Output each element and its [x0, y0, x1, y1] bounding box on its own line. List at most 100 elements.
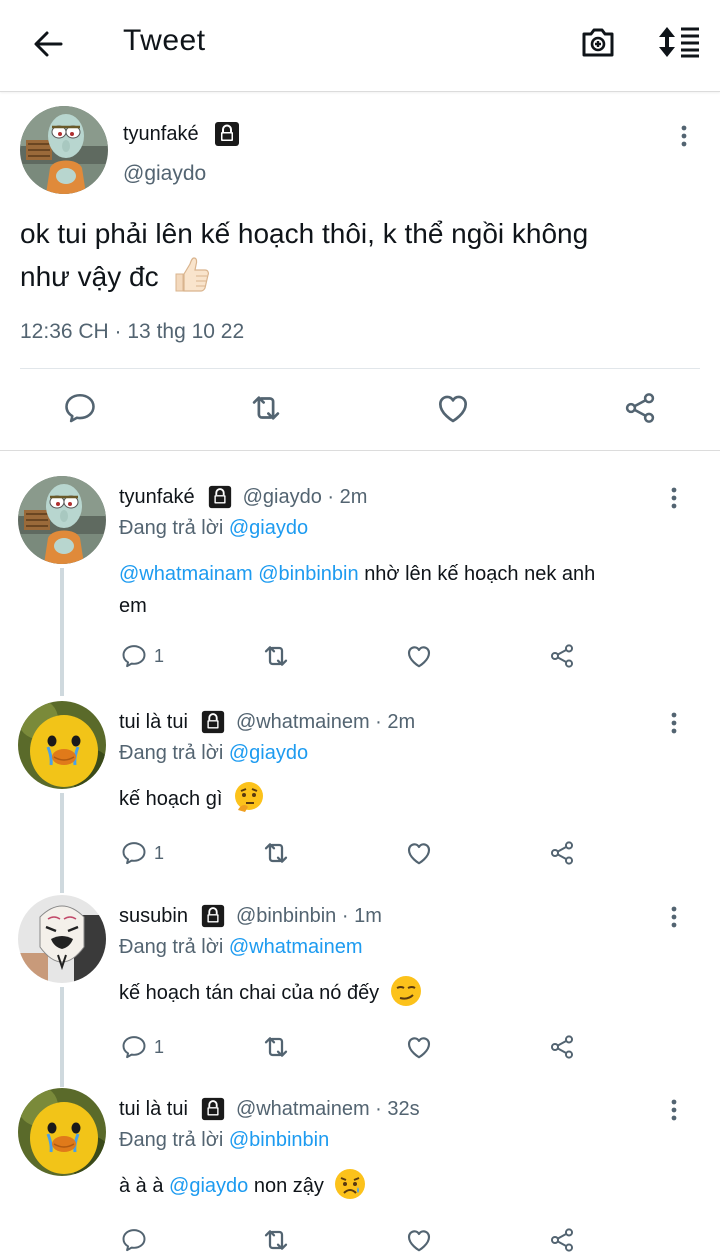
reply-actions: 1	[0, 837, 720, 869]
reply-button[interactable]: 1	[120, 640, 164, 672]
reply-count: 1	[154, 645, 165, 666]
replying-to-label: Đang trả lời	[119, 1129, 224, 1151]
page-title: Tweet	[123, 24, 206, 57]
reply-actions: 1	[0, 1031, 720, 1063]
top-app-bar: Tweet	[0, 0, 720, 92]
reply-button[interactable]	[120, 1224, 148, 1256]
avatar[interactable]	[20, 106, 108, 194]
reply-actions	[0, 1224, 720, 1256]
thumbs-up-emoji-icon	[175, 257, 210, 292]
tweet-text-line: ok tui phải lên kế hoạch thôi, k thể ngồ…	[20, 218, 589, 249]
sort-icon	[659, 27, 699, 58]
back-arrow-icon	[34, 31, 63, 57]
reply-text: kế hoạch gì	[119, 781, 689, 815]
heart-icon	[404, 1032, 434, 1062]
avatar[interactable]	[18, 895, 106, 983]
retweet-icon	[260, 1031, 292, 1063]
more-options-button[interactable]	[672, 122, 696, 150]
reply-count: 1	[154, 1036, 165, 1057]
section-divider	[0, 450, 720, 451]
retweet-button[interactable]	[260, 1031, 292, 1063]
smirking-face-emoji-icon	[390, 975, 421, 1006]
more-vertical-icon	[670, 711, 678, 735]
reply-text-segment: kế hoạch gì	[119, 788, 223, 810]
thinking-face-emoji-icon	[234, 781, 263, 812]
share-icon	[548, 642, 576, 670]
avatar[interactable]	[18, 701, 106, 789]
avatar[interactable]	[18, 1088, 106, 1176]
like-button[interactable]	[433, 388, 473, 428]
share-button[interactable]	[620, 388, 660, 428]
more-options-button[interactable]	[662, 1096, 686, 1124]
reply-button[interactable]: 1	[120, 1031, 164, 1063]
retweet-button[interactable]	[260, 1224, 292, 1256]
more-vertical-icon	[670, 486, 678, 510]
tweet-text: ok tui phải lên kế hoạch thôi, k thể ngồ…	[20, 212, 680, 298]
share-button[interactable]	[548, 640, 576, 672]
like-button[interactable]	[404, 1031, 434, 1063]
avatar[interactable]	[18, 476, 106, 564]
replying-to: Đang trả lời @giaydo	[119, 517, 308, 540]
camera-button[interactable]	[576, 20, 620, 64]
like-button[interactable]	[404, 1224, 434, 1256]
reply-actions: 1	[0, 640, 720, 672]
heart-icon	[404, 1225, 434, 1255]
retweet-icon	[260, 1224, 292, 1256]
author-row: tyunfaké	[123, 120, 241, 148]
replying-to-handle[interactable]: @giaydo	[229, 517, 308, 539]
reply-icon	[120, 839, 148, 867]
back-button[interactable]	[26, 24, 70, 64]
reply-text-segment: nhờ lên kế hoạch nek anh	[364, 563, 596, 585]
more-options-button[interactable]	[662, 484, 686, 512]
sort-button[interactable]	[654, 20, 704, 64]
heart-icon	[404, 838, 434, 868]
reply-icon	[120, 642, 148, 670]
retweet-button[interactable]	[260, 640, 292, 672]
author-name[interactable]: tui là tui	[119, 711, 188, 734]
replying-to: Đang trả lời @giaydo	[119, 742, 308, 765]
mention-link[interactable]: @binbinbin	[258, 563, 358, 585]
reply-icon	[62, 390, 98, 426]
reply-button[interactable]	[60, 388, 100, 428]
handle-and-time: @giaydo · 2m	[242, 485, 368, 508]
reply-header: susubin @binbinbin · 1m	[119, 903, 382, 929]
mention-link[interactable]: @whatmainam	[119, 563, 253, 585]
lock-icon	[207, 484, 233, 510]
share-button[interactable]	[548, 1031, 576, 1063]
reply-text-line-1: @whatmainam @binbinbin nhờ lên kế hoạch …	[119, 558, 689, 590]
share-button[interactable]	[548, 837, 576, 869]
replying-to-handle[interactable]: @giaydo	[229, 742, 308, 764]
author-name[interactable]: tyunfaké	[119, 486, 195, 509]
more-options-button[interactable]	[662, 903, 686, 931]
share-icon	[622, 390, 658, 426]
more-vertical-icon	[670, 1098, 678, 1122]
author-name[interactable]: susubin	[119, 905, 188, 928]
replying-to: Đang trả lời @whatmainem	[119, 936, 363, 959]
more-options-button[interactable]	[662, 709, 686, 737]
reply-text-line-2: em	[119, 595, 147, 617]
retweet-button[interactable]	[260, 837, 292, 869]
lock-icon	[200, 709, 226, 735]
reply-text-segment: non zậy	[253, 1175, 324, 1197]
reply-header: tyunfaké @giaydo · 2m	[119, 484, 367, 510]
tweet-timestamp[interactable]: 12:36 CH · 13 thg 10 22	[20, 320, 244, 344]
retweet-button[interactable]	[246, 388, 286, 428]
like-button[interactable]	[404, 640, 434, 672]
reply-text-segment: kế hoạch tán chai của nó đếy	[119, 982, 380, 1004]
author-name[interactable]: tyunfaké	[123, 123, 199, 146]
reply-text: à à à @giaydo non zậy	[119, 1168, 689, 1202]
reply-text: @whatmainam @binbinbin nhờ lên kế hoạch …	[119, 558, 689, 622]
share-button[interactable]	[548, 1224, 576, 1256]
author-name[interactable]: tui là tui	[119, 1098, 188, 1121]
mention-link[interactable]: @giaydo	[169, 1175, 248, 1197]
author-handle[interactable]: @giaydo	[123, 162, 206, 186]
reply-icon	[120, 1033, 148, 1061]
reply-button[interactable]: 1	[120, 837, 164, 869]
sad-face-emoji-icon	[335, 1168, 366, 1199]
like-button[interactable]	[404, 837, 434, 869]
replying-to-handle[interactable]: @whatmainem	[229, 936, 363, 958]
retweet-icon	[260, 640, 292, 672]
replying-to-handle[interactable]: @binbinbin	[229, 1129, 329, 1151]
tweet-text-line: như vậy đc	[20, 261, 159, 292]
divider	[20, 368, 700, 369]
